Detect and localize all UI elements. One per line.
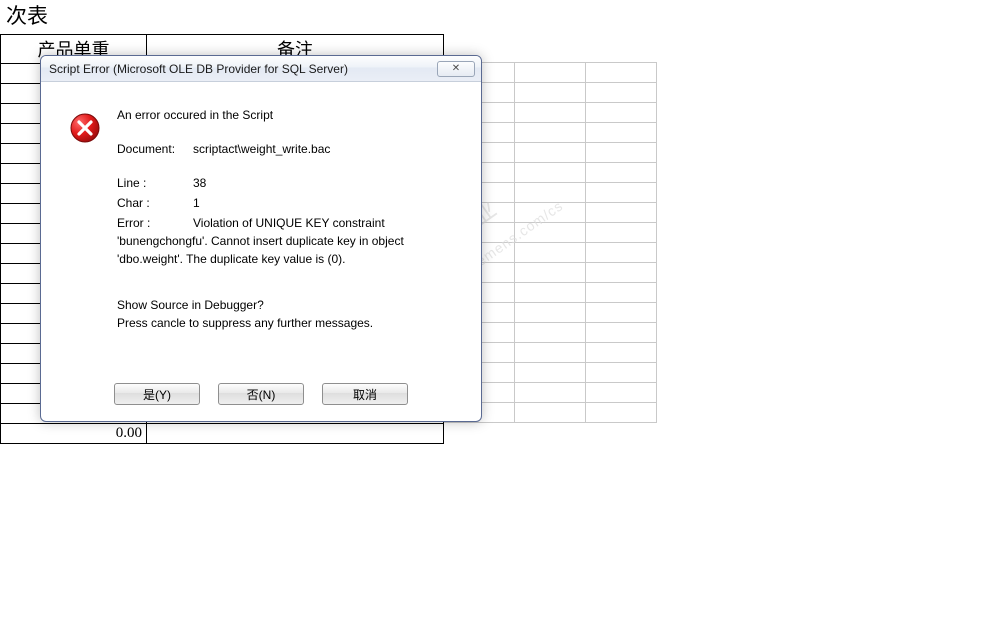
dialog-titlebar[interactable]: Script Error (Microsoft OLE DB Provider … (41, 56, 481, 82)
no-button[interactable]: 否(N) (218, 383, 304, 405)
cancel-button[interactable]: 取消 (322, 383, 408, 405)
dialog-body: An error occured in the Script Document:… (41, 82, 481, 372)
error-heading: An error occured in the Script (117, 106, 461, 124)
data-cell[interactable] (147, 424, 444, 444)
dialog-title: Script Error (Microsoft OLE DB Provider … (49, 56, 437, 82)
char-label: Char : (117, 194, 193, 212)
line-value: 38 (193, 174, 206, 192)
sheet-title: 次表 (2, 2, 52, 32)
script-error-dialog: Script Error (Microsoft OLE DB Provider … (40, 55, 482, 422)
data-cell[interactable]: 0.00 (1, 424, 147, 444)
error-line3: 'dbo.weight'. The duplicate key value is… (117, 250, 461, 268)
document-value: scriptact\weight_write.bac (193, 140, 330, 158)
error-icon (69, 112, 101, 144)
debugger-question: Show Source in Debugger? (117, 296, 461, 314)
error-label: Error : (117, 214, 193, 232)
yes-button[interactable]: 是(Y) (114, 383, 200, 405)
error-line1: Violation of UNIQUE KEY constraint (193, 214, 385, 232)
error-line2: 'bunengchongfu'. Cannot insert duplicate… (117, 232, 461, 250)
close-icon: ✕ (452, 56, 460, 82)
dialog-button-row: 是(Y) 否(N) 取消 (41, 383, 481, 405)
line-label: Line : (117, 174, 193, 192)
close-button[interactable]: ✕ (437, 61, 475, 77)
document-label: Document: (117, 140, 193, 158)
char-value: 1 (193, 194, 200, 212)
cancel-note: Press cancle to suppress any further mes… (117, 314, 461, 332)
